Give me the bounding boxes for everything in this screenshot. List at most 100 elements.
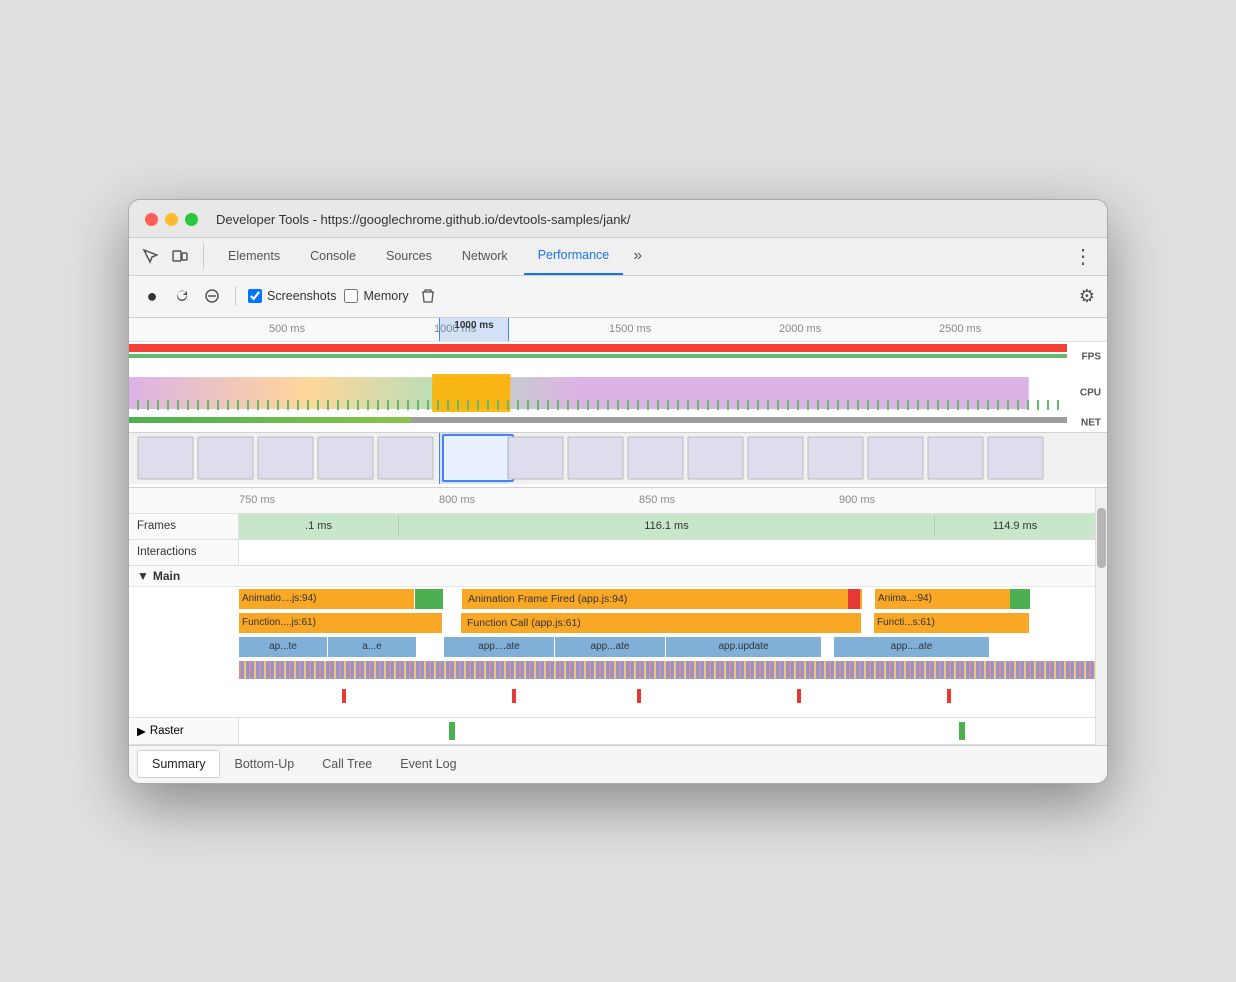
maximize-button[interactable] (185, 213, 198, 226)
indicator-4 (797, 689, 801, 703)
flame-app-4[interactable]: app...ate (555, 637, 665, 657)
inspect-icon[interactable] (137, 243, 163, 269)
delete-recording-button[interactable] (417, 285, 439, 307)
cpu-label: CPU (1080, 387, 1101, 398)
flame-green-right (1010, 589, 1030, 609)
net-dots (129, 400, 1067, 410)
toolbar-divider (235, 286, 236, 306)
timeline-ruler: 750 ms 800 ms 850 ms 900 ms (129, 488, 1095, 514)
time-label-2000: 2000 ms (779, 323, 821, 335)
ruler-900: 900 ms (839, 494, 875, 506)
frame-block-2: 116.1 ms (399, 515, 935, 537)
time-selection[interactable]: 1000 ms (439, 318, 509, 341)
raster-label: ▶ Raster (129, 718, 239, 744)
fps-red-bar (129, 344, 1067, 352)
flame-func-right[interactable]: Functi...s:61) (874, 613, 1029, 633)
interactions-label: Interactions (129, 540, 239, 565)
frames-content: .1 ms 116.1 ms 114.9 ms (239, 514, 1095, 539)
screenshot-selection (439, 433, 509, 484)
main-section-header: ▼ Main (129, 566, 1095, 587)
flame-chart: Animatio....js:94) Animation Frame Fired… (129, 587, 1095, 717)
ruler-850: 850 ms (639, 494, 675, 506)
fps-green-bar (129, 354, 1067, 358)
frame-block-1: .1 ms (239, 515, 399, 537)
devtools-icons (137, 243, 204, 269)
overview-section: 500 ms 1000 ms 1500 ms 2000 ms 2500 ms 1… (129, 318, 1107, 488)
main-toggle[interactable]: ▼ (137, 569, 149, 583)
flame-row-4 (129, 661, 1095, 683)
raster-toggle[interactable]: ▶ (137, 724, 146, 738)
time-label-500: 500 ms (269, 323, 305, 335)
devtools-menu-button[interactable]: ⋮ (1067, 244, 1099, 269)
minimize-button[interactable] (165, 213, 178, 226)
flame-row-2: Function....js:61) Function Call (app.js… (129, 613, 1095, 635)
indicator-3 (637, 689, 641, 703)
flame-anim-1[interactable]: Animatio....js:94) (239, 589, 414, 609)
traffic-lights (145, 213, 198, 226)
screenshots-input[interactable] (248, 289, 262, 303)
flame-anim-right[interactable]: Anima...:94) (875, 589, 1010, 609)
raster-track: ▶ Raster (129, 717, 1095, 745)
screenshots-checkbox[interactable]: Screenshots (248, 289, 336, 303)
titlebar: Developer Tools - https://googlechrome.g… (129, 200, 1107, 238)
flame-row-5 (129, 689, 1095, 703)
tab-sources[interactable]: Sources (372, 238, 446, 275)
net-overview-row: NET (129, 414, 1107, 432)
flame-app-3[interactable]: app....ate (444, 637, 554, 657)
raster-content (239, 718, 1095, 744)
settings-button[interactable]: ⚙ (1079, 286, 1095, 307)
tab-event-log[interactable]: Event Log (386, 751, 470, 777)
devtools-window: Developer Tools - https://googlechrome.g… (128, 199, 1108, 784)
indicator-1 (342, 689, 346, 703)
overview-time-ruler: 500 ms 1000 ms 1500 ms 2000 ms 2500 ms 1… (129, 318, 1107, 342)
cpu-overview-row: CPU (129, 372, 1107, 414)
bottom-tab-bar: Summary Bottom-Up Call Tree Event Log (129, 745, 1107, 783)
memory-checkbox[interactable]: Memory (344, 289, 408, 303)
performance-toolbar: ● Screenshots Memory ⚙ (129, 276, 1107, 318)
memory-input[interactable] (344, 289, 358, 303)
indicator-2 (512, 689, 516, 703)
close-button[interactable] (145, 213, 158, 226)
main-content: 750 ms 800 ms 850 ms 900 ms Frames .1 ms… (129, 488, 1095, 745)
frame-block-3: 114.9 ms (935, 515, 1095, 537)
tab-network[interactable]: Network (448, 238, 522, 275)
net-label: NET (1081, 417, 1101, 428)
flame-activity-bar (239, 661, 1095, 679)
tab-summary[interactable]: Summary (137, 750, 220, 778)
tab-bottom-up[interactable]: Bottom-Up (220, 751, 308, 777)
tab-bar: Elements Console Sources Network Perform… (129, 238, 1107, 276)
ruler-750: 750 ms (239, 494, 275, 506)
tab-call-tree[interactable]: Call Tree (308, 751, 386, 777)
tab-console[interactable]: Console (296, 238, 370, 275)
more-tabs-button[interactable]: » (625, 247, 650, 265)
frames-label: Frames (129, 514, 239, 539)
flame-app-2[interactable]: a...e (328, 637, 416, 657)
frames-track: Frames .1 ms 116.1 ms 114.9 ms (129, 514, 1095, 540)
raster-marker-1 (449, 722, 455, 740)
fps-overview-row: FPS (129, 342, 1107, 372)
raster-marker-2 (959, 722, 965, 740)
indicator-5 (947, 689, 951, 703)
interactions-track: Interactions (129, 540, 1095, 566)
flame-row-3: ap...te a...e app....ate app...ate app.u… (129, 637, 1095, 659)
screenshots-row (129, 432, 1107, 484)
reload-record-button[interactable] (171, 285, 193, 307)
scrollbar-thumb[interactable] (1097, 508, 1106, 568)
ruler-800: 800 ms (439, 494, 475, 506)
scrollbar[interactable] (1095, 488, 1107, 745)
flame-func-center[interactable]: Function Call (app.js:61) (461, 613, 861, 633)
tab-performance[interactable]: Performance (524, 238, 624, 275)
net-bar (129, 417, 1067, 423)
timeline-content-area: 750 ms 800 ms 850 ms 900 ms Frames .1 ms… (129, 488, 1107, 745)
flame-app-6[interactable]: app....ate (834, 637, 989, 657)
time-label-1500: 1500 ms (609, 323, 651, 335)
flame-app-5[interactable]: app.update (666, 637, 821, 657)
clear-button[interactable] (201, 285, 223, 307)
fps-label: FPS (1082, 351, 1101, 362)
flame-func-1[interactable]: Function....js:61) (239, 613, 442, 633)
flame-anim-center[interactable]: Animation Frame Fired (app.js:94) (462, 589, 862, 609)
device-toolbar-icon[interactable] (167, 243, 193, 269)
flame-app-1[interactable]: ap...te (239, 637, 327, 657)
tab-elements[interactable]: Elements (214, 238, 294, 275)
record-button[interactable]: ● (141, 285, 163, 307)
